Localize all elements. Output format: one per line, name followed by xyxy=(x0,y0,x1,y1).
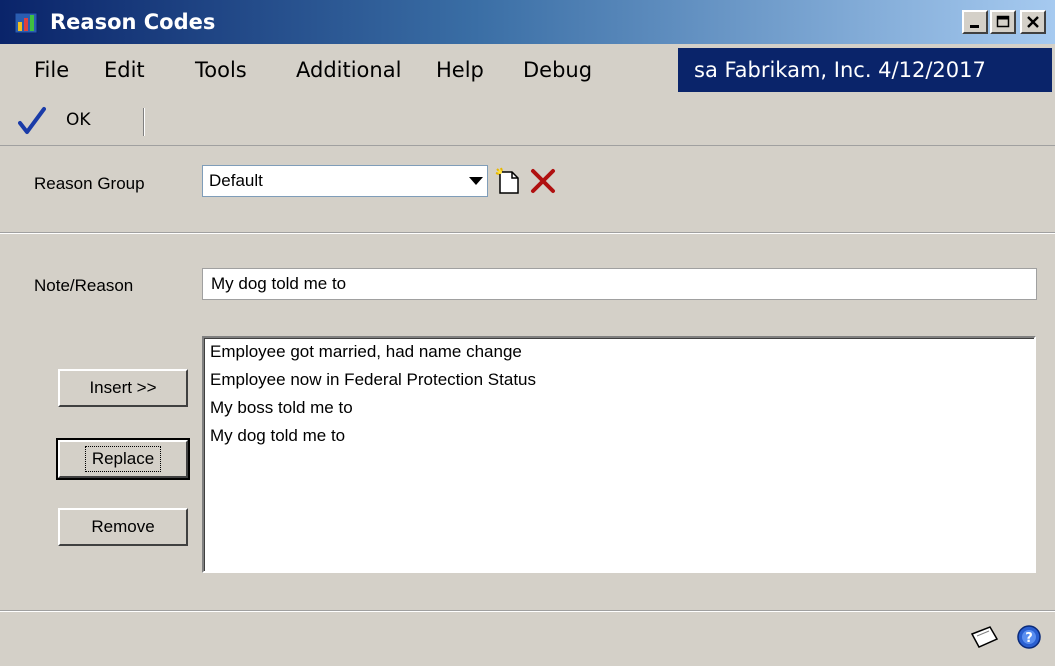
reason-list[interactable]: Employee got married, had name change Em… xyxy=(202,336,1036,573)
menu-debug-label: Debug xyxy=(523,58,593,82)
reason-group-dropdown[interactable]: Default xyxy=(202,165,488,197)
section-divider xyxy=(0,232,1055,234)
title-bar[interactable]: Reason Codes xyxy=(0,0,1055,44)
maximize-button[interactable] xyxy=(990,10,1016,34)
ok-button[interactable]: OK xyxy=(66,110,91,130)
status-divider xyxy=(0,610,1055,612)
help-icon[interactable]: ? xyxy=(1016,624,1042,650)
new-document-icon[interactable] xyxy=(494,166,524,196)
reason-codes-app-icon xyxy=(14,12,38,34)
menu-tools[interactable]: Tools xyxy=(195,54,247,86)
remove-button[interactable]: Remove xyxy=(58,508,188,546)
menu-help-label: Help xyxy=(436,58,484,82)
dropdown-arrow-icon[interactable] xyxy=(469,177,483,185)
list-item[interactable]: Employee now in Federal Protection Statu… xyxy=(204,366,1034,394)
menu-debug[interactable]: Debug xyxy=(523,54,592,86)
menu-file-label: File xyxy=(34,58,70,82)
remove-button-label: Remove xyxy=(91,517,155,536)
close-icon xyxy=(1027,16,1039,28)
menu-additional[interactable]: Additional xyxy=(296,54,401,86)
maximize-icon xyxy=(996,15,1010,28)
menu-edit-label: Edit xyxy=(104,58,145,82)
toolbar-separator xyxy=(143,108,145,136)
toolbar xyxy=(0,96,1055,146)
window-title: Reason Codes xyxy=(50,10,216,34)
replace-button-label: Replace xyxy=(84,446,162,472)
minimize-icon xyxy=(970,25,979,28)
menu-bar: File Edit Tools Additional Help Debug sa… xyxy=(0,44,1055,96)
checkmark-icon[interactable] xyxy=(18,106,46,136)
menu-edit[interactable]: Edit xyxy=(104,54,145,86)
insert-button[interactable]: Insert >> xyxy=(58,369,188,407)
list-item[interactable]: Employee got married, had name change xyxy=(204,338,1034,366)
replace-button[interactable]: Replace xyxy=(56,438,190,480)
close-button[interactable] xyxy=(1020,10,1046,34)
menu-additional-label: Additional xyxy=(296,58,402,82)
minimize-button[interactable] xyxy=(962,10,988,34)
note-icon[interactable] xyxy=(968,624,1000,650)
list-item[interactable]: My dog told me to xyxy=(204,422,1034,450)
menu-tools-label: Tools xyxy=(195,58,247,82)
svg-text:?: ? xyxy=(1025,631,1033,646)
reason-group-label: Reason Group xyxy=(34,174,145,193)
reason-group-value: Default xyxy=(209,171,263,190)
note-reason-label: Note/Reason xyxy=(34,276,134,295)
list-item[interactable]: My boss told me to xyxy=(204,394,1034,422)
insert-button-label: Insert >> xyxy=(89,378,157,397)
note-reason-field[interactable]: My dog told me to xyxy=(202,268,1037,300)
company-user-date: sa Fabrikam, Inc. 4/12/2017 xyxy=(678,48,1052,92)
delete-x-icon[interactable] xyxy=(528,166,558,196)
menu-help[interactable]: Help xyxy=(436,54,484,86)
menu-file[interactable]: File xyxy=(34,54,69,86)
